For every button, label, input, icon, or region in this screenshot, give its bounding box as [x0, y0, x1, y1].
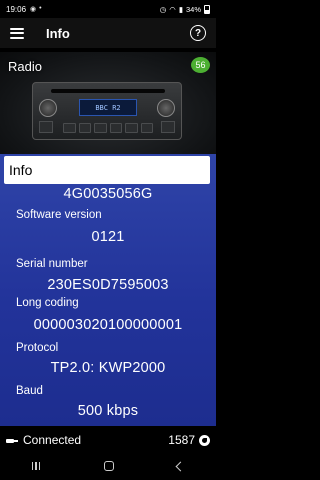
radio-side-button-right — [161, 121, 175, 133]
field-value-baud: 500 kbps — [77, 403, 139, 419]
menu-icon[interactable] — [10, 27, 24, 39]
radio-display: BBC R2 — [79, 99, 137, 116]
connection-bar: Connected 1587 — [0, 428, 216, 452]
field-value-protocol: TP2.0: KWP2000 — [50, 360, 166, 376]
session-counter: 1587 — [168, 433, 195, 447]
back-icon[interactable] — [175, 461, 186, 471]
cd-slot — [51, 89, 165, 93]
module-image: BBC R2 Radio 56 — [0, 52, 216, 154]
app-bar: Info ? — [0, 18, 216, 48]
volume-knob — [39, 99, 57, 117]
whatsapp-icon: ◉ — [30, 6, 37, 13]
info-panel[interactable]: Info 4G0035056G Software version 0121 Se… — [0, 154, 216, 426]
module-address-badge: 56 — [191, 57, 210, 73]
field-label-long-coding: Long coding — [16, 297, 79, 309]
dot-icon: • — [39, 5, 42, 12]
status-bar: 19:06 ◉ • ◷ ◠ ▮ 34% — [0, 0, 216, 18]
field-label-software-version: Software version — [16, 209, 102, 221]
tuning-knob — [157, 99, 175, 117]
system-nav-bar — [0, 452, 216, 480]
connection-status: Connected — [23, 433, 82, 447]
field-value-long-coding: 000003020100000001 — [33, 317, 183, 333]
field-label-protocol: Protocol — [16, 342, 59, 354]
signal-icon: ▮ — [178, 4, 183, 14]
obd-connector-icon — [6, 437, 18, 444]
field-label-baud: Baud — [16, 385, 43, 397]
field-label-serial-number: Serial number — [16, 258, 88, 270]
field-value-software-version: 0121 — [91, 229, 125, 245]
page-title: Info — [46, 25, 70, 41]
radio-side-button-left — [39, 121, 53, 133]
wifi-icon: ◠ — [169, 4, 176, 14]
part-number-value: 4G0035056G — [63, 186, 153, 202]
recents-icon[interactable] — [31, 462, 41, 470]
status-right: ◷ ◠ ▮ 34% — [159, 4, 210, 14]
status-time: 19:06 — [6, 4, 27, 14]
module-name: Radio — [8, 59, 42, 74]
notification-icons: ◉ • — [30, 5, 42, 13]
info-section-header: Info — [4, 156, 210, 184]
field-value-serial-number: 230ES0D7595003 — [47, 277, 169, 293]
battery-level: 34% — [185, 4, 201, 14]
radio-unit-image: BBC R2 — [32, 82, 182, 140]
preset-buttons — [63, 123, 153, 133]
app-logo-icon — [199, 434, 210, 446]
home-icon[interactable] — [103, 461, 114, 471]
battery-icon — [204, 4, 210, 14]
alarm-icon: ◷ — [159, 4, 167, 14]
help-icon[interactable]: ? — [190, 25, 206, 41]
